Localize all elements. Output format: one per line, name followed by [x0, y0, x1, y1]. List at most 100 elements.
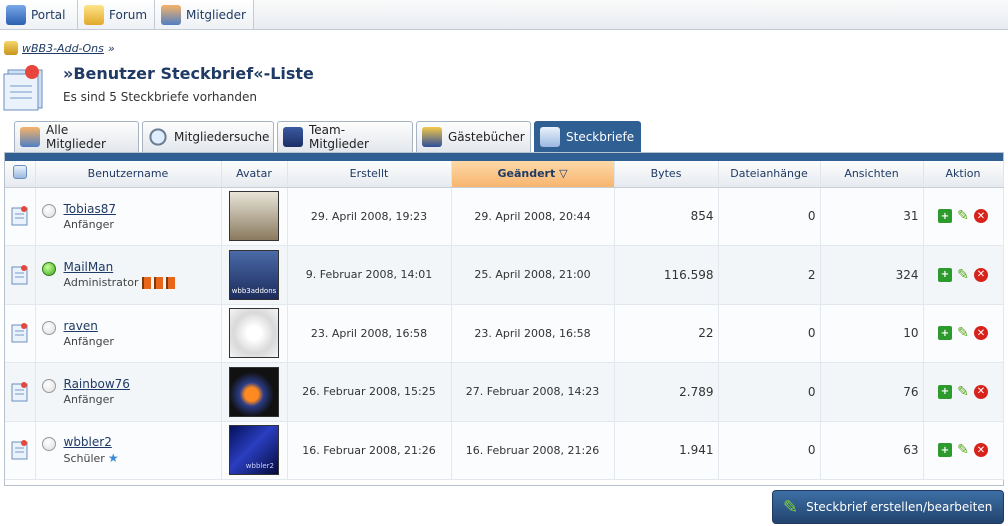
changed-date: 27. Februar 2008, 14:23 — [451, 362, 615, 422]
breadcrumb-separator: » — [107, 41, 115, 55]
delete-icon[interactable]: ✕ — [974, 326, 988, 341]
tab-label: Gästebücher — [448, 130, 525, 144]
add-icon[interactable]: + — [938, 384, 952, 399]
user-rank: Anfänger — [64, 218, 116, 231]
rank-flag-icon — [153, 276, 163, 289]
attachments-value: 2 — [718, 245, 821, 305]
nav-tab-label: Portal — [31, 7, 66, 22]
username-link[interactable]: Rainbow76 — [64, 377, 130, 391]
changed-date: 29. April 2008, 20:44 — [451, 187, 615, 246]
nav-tab-label: Mitglieder — [186, 7, 246, 22]
avatar-caption: wbb3addons — [231, 286, 277, 295]
delete-icon[interactable]: ✕ — [974, 267, 988, 282]
column-header-views[interactable]: Ansichten — [820, 161, 924, 188]
page-subtitle: Es sind 5 Steckbriefe vorhanden — [63, 90, 257, 104]
rank-label: Anfänger — [63, 217, 114, 231]
views-value: 76 — [820, 362, 924, 422]
sort-desc-icon: ▽ — [559, 167, 568, 181]
user-rank: Schüler ★ — [64, 451, 119, 465]
username-link[interactable]: Tobias87 — [64, 202, 116, 216]
delete-icon[interactable]: ✕ — [974, 443, 988, 458]
bytes-value: 22 — [614, 304, 719, 363]
breadcrumb: wBB3-Add-Ons » — [4, 40, 115, 56]
profile-card-icon — [12, 165, 27, 180]
created-date: 16. Februar 2008, 21:26 — [287, 421, 452, 480]
column-header-avatar[interactable]: Avatar — [221, 161, 288, 188]
tab-all-members[interactable]: Alle Mitglieder — [14, 121, 139, 152]
bytes-value: 1.941 — [614, 421, 719, 480]
column-header-changed[interactable]: Geändert ▽ — [451, 161, 615, 188]
delete-icon[interactable]: ✕ — [974, 209, 988, 224]
user-avatar[interactable]: wbbler2 — [229, 425, 279, 476]
tab-team-members[interactable]: Team-Mitglieder — [277, 121, 413, 152]
rank-label: Administrator — [63, 276, 139, 290]
rank-star-icon: ★ — [107, 451, 119, 466]
created-date: 29. April 2008, 19:23 — [287, 187, 452, 246]
table-row: Tobias87 Anfänger 29. April 2008, 19:23 2… — [5, 187, 1004, 246]
portal-icon — [6, 4, 26, 25]
rank-label: Anfänger — [63, 334, 114, 348]
column-header-attachments[interactable]: Dateianhänge — [718, 161, 821, 188]
tab-label: Alle Mitglieder — [46, 123, 106, 151]
created-date: 9. Februar 2008, 14:01 — [287, 245, 452, 305]
user-avatar[interactable] — [229, 366, 279, 417]
column-header-label: Geändert — [497, 167, 556, 181]
table-row: Rainbow76 Anfänger 26. Februar 2008, 15:2… — [5, 362, 1004, 422]
pencil-icon[interactable]: ✎ — [956, 267, 970, 283]
column-header-bytes[interactable]: Bytes — [614, 161, 719, 188]
username-link[interactable]: wbbler2 — [64, 435, 119, 449]
profile-card-icon[interactable] — [10, 264, 30, 286]
profiles-table-container: Benutzername Avatar Erstellt Geändert ▽ … — [4, 152, 1004, 486]
tab-label: Steckbriefe — [566, 130, 635, 144]
views-value: 31 — [820, 187, 924, 246]
user-avatar[interactable] — [229, 191, 279, 242]
attachments-value: 0 — [718, 187, 821, 246]
user-avatar[interactable]: wbb3addons — [229, 249, 279, 300]
team-icon — [283, 127, 303, 147]
tab-profiles[interactable]: Steckbriefe — [534, 121, 641, 152]
add-icon[interactable]: + — [938, 209, 952, 224]
profile-card-icon[interactable] — [10, 322, 30, 344]
table-row: raven Anfänger 23. April 2008, 16:58 23. … — [5, 304, 1004, 363]
column-header-created[interactable]: Erstellt — [287, 161, 452, 188]
profile-card-icon[interactable] — [10, 439, 30, 461]
breadcrumb-link[interactable]: wBB3-Add-Ons — [22, 42, 104, 55]
tab-guestbooks[interactable]: Gästebücher — [416, 121, 531, 152]
profile-card-icon[interactable] — [10, 205, 30, 227]
magnifier-icon — [148, 127, 168, 147]
offline-status-icon — [41, 379, 56, 394]
tab-label: Team-Mitglieder — [309, 123, 369, 151]
offline-status-icon — [41, 437, 56, 452]
create-profile-label: Steckbrief erstellen/bearbeiten — [806, 500, 993, 514]
nav-tab-members[interactable]: Mitglieder — [155, 0, 254, 29]
add-icon[interactable]: + — [938, 326, 952, 341]
tab-member-search[interactable]: Mitgliedersuche — [142, 121, 274, 152]
column-header-action: Aktion — [923, 161, 1004, 188]
profile-card-icon[interactable] — [10, 381, 30, 403]
pencil-icon[interactable]: ✎ — [956, 384, 970, 400]
delete-icon[interactable]: ✕ — [974, 384, 988, 399]
column-header-username[interactable]: Benutzername — [35, 161, 222, 188]
nav-tab-forum[interactable]: Forum — [78, 0, 155, 29]
pencil-icon[interactable]: ✎ — [956, 442, 970, 458]
pencil-icon[interactable]: ✎ — [956, 325, 970, 341]
views-value: 10 — [820, 304, 924, 363]
offline-status-icon — [41, 320, 56, 335]
user-rank: Administrator — [64, 276, 175, 289]
views-value: 63 — [820, 421, 924, 480]
pencil-icon: ✎ — [783, 496, 799, 518]
username-link[interactable]: raven — [64, 319, 114, 333]
create-profile-button[interactable]: ✎ Steckbrief erstellen/bearbeiten — [772, 490, 1004, 524]
pencil-icon[interactable]: ✎ — [956, 208, 970, 224]
page-title: »Benutzer Steckbrief«-Liste — [63, 64, 314, 83]
nav-tab-portal[interactable]: Portal — [0, 0, 78, 29]
add-icon[interactable]: + — [938, 443, 952, 458]
table-header-row: Benutzername Avatar Erstellt Geändert ▽ … — [5, 161, 1004, 188]
table-row: wbbler2 Schüler ★ wbbler2 16. Februar 2008… — [5, 421, 1004, 480]
bytes-value: 854 — [614, 187, 719, 246]
user-avatar[interactable] — [229, 308, 279, 359]
user-rank: Anfänger — [64, 335, 114, 348]
username-link[interactable]: MailMan — [64, 260, 175, 274]
add-icon[interactable]: + — [938, 267, 952, 282]
changed-date: 25. April 2008, 21:00 — [451, 245, 615, 305]
